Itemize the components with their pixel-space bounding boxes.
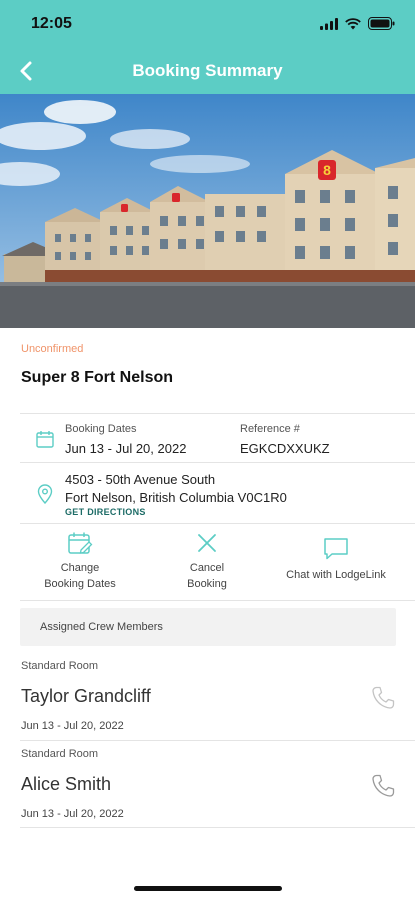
crew-room-type: Standard Room bbox=[21, 660, 99, 672]
phone-icon[interactable] bbox=[370, 685, 396, 711]
reference-value: EGKCDXXUKZ bbox=[240, 441, 330, 456]
change-booking-dates-button[interactable]: Change Booking Dates bbox=[35, 531, 125, 592]
divider bbox=[20, 462, 415, 463]
page-title: Booking Summary bbox=[132, 61, 283, 80]
change-dates-label-2: Booking Dates bbox=[44, 578, 116, 590]
calendar-icon bbox=[36, 431, 54, 448]
hotel-photo: 8 bbox=[0, 94, 415, 328]
cancel-label-2: Booking bbox=[187, 578, 227, 590]
app-header: Booking Summary bbox=[0, 48, 415, 94]
reference-label: Reference # bbox=[240, 423, 300, 435]
get-directions-link[interactable]: GET DIRECTIONS bbox=[65, 507, 146, 517]
phone-icon[interactable] bbox=[370, 773, 396, 799]
change-dates-label-1: Change bbox=[60, 562, 100, 574]
cancel-label-1: Cancel bbox=[189, 562, 225, 574]
calendar-edit-icon bbox=[68, 532, 93, 554]
booking-dates-label: Booking Dates bbox=[65, 423, 137, 435]
crew-member-name: Alice Smith bbox=[21, 774, 112, 794]
assigned-crew-label: Assigned Crew Members bbox=[40, 621, 163, 633]
divider bbox=[20, 600, 415, 601]
crew-room-type: Standard Room bbox=[21, 748, 99, 760]
crew-member-dates: Jun 13 - Jul 20, 2022 bbox=[21, 720, 124, 732]
hotel-name: Super 8 Fort Nelson bbox=[21, 369, 174, 386]
divider bbox=[20, 827, 415, 828]
status-time: 12:05 bbox=[31, 15, 72, 32]
svg-text:8: 8 bbox=[323, 162, 331, 178]
chat-bubble-icon bbox=[324, 538, 348, 560]
address-line-1: 4503 - 50th Avenue South bbox=[65, 472, 216, 487]
status-bar: 12:05 bbox=[0, 0, 415, 48]
location-pin-icon bbox=[37, 484, 53, 504]
cancel-booking-button[interactable]: Cancel Booking bbox=[165, 531, 249, 592]
home-indicator[interactable] bbox=[134, 886, 282, 891]
booking-dates-value: Jun 13 - Jul 20, 2022 bbox=[65, 441, 187, 456]
divider bbox=[20, 740, 415, 741]
wifi-icon bbox=[345, 17, 361, 29]
chat-with-lodgelink-button[interactable]: Chat with LodgeLink bbox=[276, 531, 396, 583]
battery-icon bbox=[368, 17, 395, 30]
assigned-crew-header: Assigned Crew Members bbox=[20, 608, 396, 646]
divider bbox=[20, 523, 415, 524]
chat-label: Chat with LodgeLink bbox=[286, 569, 386, 581]
crew-member-dates: Jun 13 - Jul 20, 2022 bbox=[21, 808, 124, 820]
booking-status-badge: Unconfirmed bbox=[21, 343, 84, 355]
address-line-2: Fort Nelson, British Columbia V0C1R0 bbox=[65, 490, 287, 505]
crew-member-name: Taylor Grandcliff bbox=[21, 686, 151, 706]
divider bbox=[20, 413, 415, 414]
status-icons bbox=[320, 17, 395, 30]
close-icon bbox=[198, 534, 216, 552]
signal-icon bbox=[320, 17, 338, 30]
